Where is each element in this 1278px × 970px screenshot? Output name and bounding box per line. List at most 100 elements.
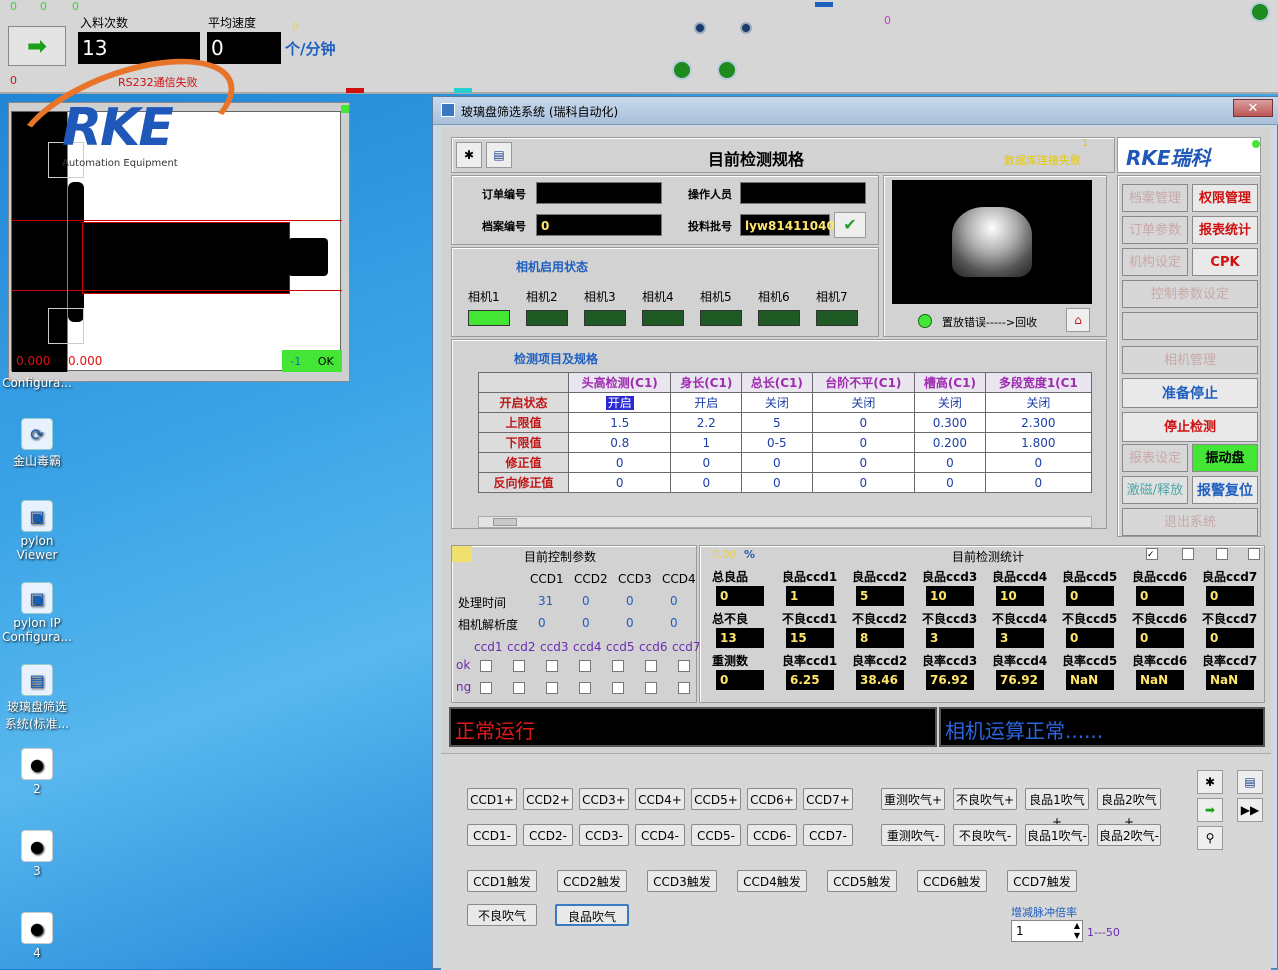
- manual-button[interactable]: CCD4+: [635, 788, 685, 810]
- spec-cell[interactable]: 0: [741, 472, 813, 493]
- save-button[interactable]: ▤: [1237, 770, 1263, 794]
- manual-button[interactable]: CCD6+: [747, 788, 797, 810]
- ng-checkbox[interactable]: [480, 682, 492, 694]
- spec-cell[interactable]: 关闭: [914, 392, 986, 413]
- ng-checkbox[interactable]: [579, 682, 591, 694]
- manual-button[interactable]: CCD7触发: [1007, 870, 1077, 892]
- start-arrow-button[interactable]: ➡: [8, 26, 66, 66]
- camera-led[interactable]: [758, 310, 800, 326]
- side-button[interactable]: 控制参数设定: [1122, 280, 1258, 308]
- save-button[interactable]: ▤: [486, 142, 512, 168]
- ok-checkbox[interactable]: [513, 660, 525, 672]
- manual-button[interactable]: 良品2吹气-: [1097, 824, 1161, 846]
- manual-button[interactable]: CCD6-: [747, 824, 797, 846]
- spec-cell[interactable]: 0: [914, 452, 986, 473]
- spec-cell[interactable]: 关闭: [984, 392, 1092, 413]
- home-button[interactable]: ⌂: [1066, 308, 1090, 332]
- spec-cell[interactable]: 0: [984, 472, 1092, 493]
- stats-checkbox[interactable]: ✓: [1146, 548, 1158, 560]
- camera-led[interactable]: [584, 310, 626, 326]
- manual-button[interactable]: CCD5-: [691, 824, 741, 846]
- desktop-icon[interactable]: Configura...: [2, 376, 72, 390]
- desktop-icon-camera[interactable]: ● 2: [2, 748, 72, 796]
- side-button[interactable]: 订单参数: [1122, 216, 1188, 244]
- manual-button[interactable]: 良品1吹气+: [1025, 788, 1089, 829]
- manual-button[interactable]: 不良吹气+: [953, 788, 1017, 810]
- batch-field[interactable]: lyw81411040: [740, 214, 835, 236]
- spec-cell[interactable]: 2.300: [984, 412, 1092, 433]
- side-button[interactable]: [1122, 312, 1258, 340]
- new-file-button[interactable]: ✱: [456, 142, 482, 168]
- side-button[interactable]: 停止检测: [1122, 412, 1258, 442]
- manual-button[interactable]: 良品1吹气-: [1025, 824, 1089, 846]
- manual-button[interactable]: CCD5+: [691, 788, 741, 810]
- ng-checkbox[interactable]: [513, 682, 525, 694]
- pulse-stepper[interactable]: 1 ▲ ▼: [1011, 920, 1083, 942]
- manual-button[interactable]: CCD1触发: [467, 870, 537, 892]
- bad-blow-button[interactable]: 不良吹气: [467, 904, 537, 926]
- manual-button[interactable]: 不良吹气-: [953, 824, 1017, 846]
- spec-cell[interactable]: 1.800: [984, 432, 1092, 453]
- manual-button[interactable]: CCD3-: [579, 824, 629, 846]
- side-button[interactable]: CPK: [1192, 248, 1258, 276]
- stats-checkbox[interactable]: [1216, 548, 1228, 560]
- manual-button[interactable]: CCD3+: [579, 788, 629, 810]
- fast-forward-button[interactable]: ▶▶: [1237, 798, 1263, 822]
- spec-cell[interactable]: 关闭: [811, 392, 916, 413]
- manual-button[interactable]: 良品2吹气+: [1097, 788, 1161, 829]
- spec-cell[interactable]: 2.2: [670, 412, 743, 433]
- side-button[interactable]: 机构设定: [1122, 248, 1188, 276]
- ng-checkbox[interactable]: [612, 682, 624, 694]
- spec-cell[interactable]: 0: [811, 412, 916, 433]
- manual-button[interactable]: CCD2+: [523, 788, 573, 810]
- good-blow-button[interactable]: 良品吹气: [555, 904, 629, 926]
- side-button[interactable]: 退出系统: [1122, 508, 1258, 536]
- manual-button[interactable]: CCD2触发: [557, 870, 627, 892]
- stats-checkbox[interactable]: [1182, 548, 1194, 560]
- spec-cell[interactable]: 0: [811, 432, 916, 453]
- file-field[interactable]: 0: [536, 214, 662, 236]
- spec-cell[interactable]: 0: [670, 472, 743, 493]
- desktop-icon-pylon-ip[interactable]: ▣ pylon IP Configura...: [2, 582, 72, 644]
- spec-cell[interactable]: 开启: [670, 392, 743, 413]
- side-button[interactable]: 报表统计: [1192, 216, 1258, 244]
- desktop-icon-pylon-viewer[interactable]: ▣ pylon Viewer: [2, 500, 72, 562]
- desktop-icon-jinshan[interactable]: ⟳ 金山毒霸: [2, 418, 72, 469]
- spec-cell[interactable]: 0.200: [914, 432, 986, 453]
- spec-cell[interactable]: 0: [811, 472, 916, 493]
- ng-checkbox[interactable]: [546, 682, 558, 694]
- desktop-icon-camera[interactable]: ● 4: [2, 912, 72, 960]
- manual-button[interactable]: CCD5触发: [827, 870, 897, 892]
- spec-cell[interactable]: 0: [670, 452, 743, 473]
- spec-cell[interactable]: 0: [914, 472, 986, 493]
- side-button[interactable]: 准备停止: [1122, 378, 1258, 408]
- camera-led[interactable]: [700, 310, 742, 326]
- operator-field[interactable]: [740, 182, 866, 204]
- spec-cell[interactable]: 0: [741, 452, 813, 473]
- manual-button[interactable]: CCD4触发: [737, 870, 807, 892]
- camera-led[interactable]: [816, 310, 858, 326]
- manual-button[interactable]: CCD7-: [803, 824, 853, 846]
- manual-button[interactable]: CCD7+: [803, 788, 853, 810]
- spec-cell[interactable]: 0: [984, 452, 1092, 473]
- ok-checkbox[interactable]: [480, 660, 492, 672]
- spec-cell[interactable]: 0.300: [914, 412, 986, 433]
- manual-button[interactable]: CCD2-: [523, 824, 573, 846]
- spec-cell[interactable]: 关闭: [741, 392, 813, 413]
- side-button[interactable]: 报警复位: [1192, 476, 1258, 504]
- manual-button[interactable]: CCD3触发: [647, 870, 717, 892]
- manual-button[interactable]: CCD6触发: [917, 870, 987, 892]
- side-button[interactable]: 激磁/释放: [1122, 476, 1188, 504]
- side-button[interactable]: 相机管理: [1122, 346, 1258, 374]
- ng-checkbox[interactable]: [678, 682, 690, 694]
- camera-led[interactable]: [526, 310, 568, 326]
- manual-button[interactable]: 重测吹气+: [881, 788, 945, 810]
- forward-button[interactable]: ➡: [1197, 798, 1223, 822]
- spin-arrows-icon[interactable]: ▲ ▼: [1074, 921, 1080, 941]
- spec-cell[interactable]: 1: [670, 432, 743, 453]
- stats-checkbox[interactable]: [1248, 548, 1260, 560]
- spec-cell[interactable]: 开启: [567, 392, 672, 413]
- confirm-button[interactable]: ✔: [834, 212, 866, 238]
- desktop-icon-camera[interactable]: ● 3: [2, 830, 72, 878]
- spec-cell[interactable]: 1.5: [567, 412, 672, 433]
